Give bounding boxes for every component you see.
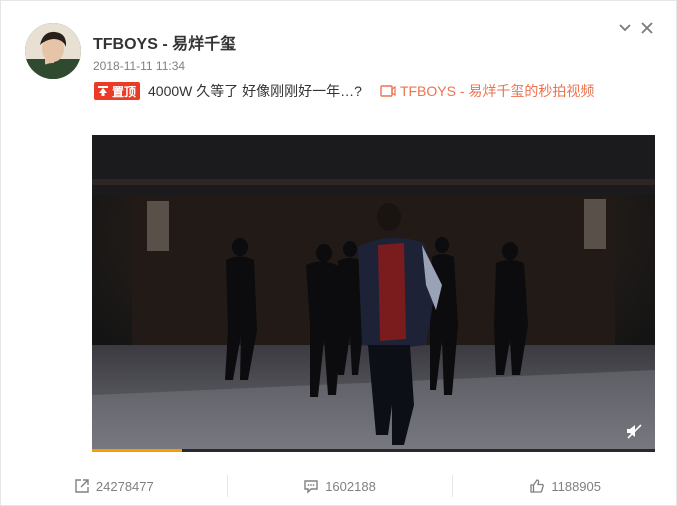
video-link[interactable]: TFBOYS - 易烊千玺的秒拍视频	[380, 81, 594, 101]
chevron-down-icon[interactable]	[618, 21, 632, 35]
video-link-text: TFBOYS - 易烊千玺的秒拍视频	[399, 83, 595, 99]
like-count: 1188905	[551, 478, 601, 494]
thumbs-up-icon	[529, 478, 545, 494]
forward-icon	[74, 478, 90, 494]
forward-button[interactable]: 24278477	[1, 471, 227, 501]
action-bar: 24278477 1602188 1188905	[1, 471, 677, 501]
like-button[interactable]: 1188905	[452, 471, 677, 501]
post-timestamp[interactable]: 2018-11-11 11:34	[93, 59, 185, 73]
mute-icon[interactable]	[625, 422, 643, 440]
author-name[interactable]: TFBOYS - 易烊千玺	[93, 30, 236, 54]
forward-count: 24278477	[95, 478, 154, 494]
pinned-badge: 置顶	[94, 82, 141, 100]
video-icon	[380, 84, 396, 98]
comment-icon	[303, 478, 319, 494]
video-frame	[92, 135, 655, 452]
comment-count: 1602188	[325, 478, 376, 494]
comment-button[interactable]: 1602188	[226, 471, 453, 501]
avatar[interactable]	[25, 23, 81, 79]
avatar-image	[25, 23, 81, 79]
pinned-label: 置顶	[112, 84, 137, 99]
weibo-post-card: TFBOYS - 易烊千玺 2018-11-11 11:34 置顶 4000W …	[0, 0, 677, 506]
post-content: 置顶 4000W 久等了 好像刚刚好一年…? TFBOYS - 易烊千玺的秒拍视…	[94, 81, 594, 101]
post-text: 4000W 久等了 好像刚刚好一年…?	[148, 83, 362, 99]
pin-icon	[97, 85, 109, 97]
video-progress-fill	[92, 449, 183, 452]
video-player[interactable]	[92, 135, 655, 452]
video-progress-bar[interactable]	[92, 449, 655, 452]
post-controls	[618, 21, 654, 35]
close-icon[interactable]	[640, 21, 654, 35]
